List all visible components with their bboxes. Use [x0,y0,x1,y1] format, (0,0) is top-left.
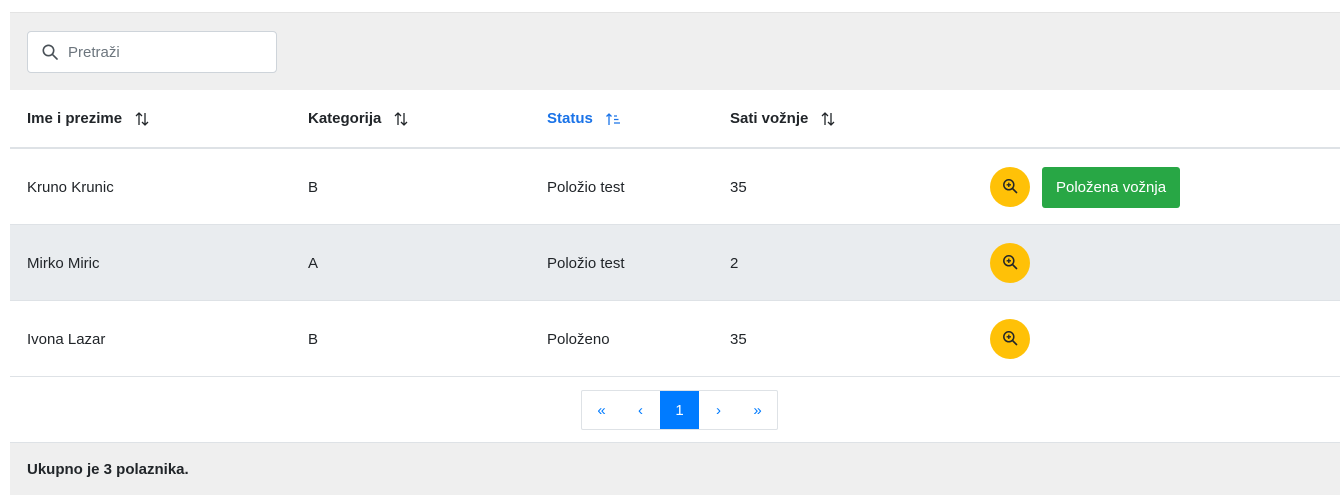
view-details-button[interactable] [990,319,1030,359]
column-header-label: Ime i prezime [27,110,123,127]
page-button-current[interactable]: 1 [660,391,699,429]
table-footer: Ukupno je 3 polaznika. [10,443,1340,495]
first-page-button[interactable]: « [582,391,621,429]
zoom-in-icon [1002,178,1018,197]
cell-category: A [308,254,319,272]
cell-hours: 2 [730,254,739,272]
table-header: Ime i prezime Kategorija Status Sati vož… [10,90,1340,149]
cell-actions: Položena vožnja [990,149,1181,225]
cell-status: Položeno [547,330,610,348]
passed-driving-button[interactable]: Položena vožnja [1042,166,1181,208]
table-toolbar [10,12,1340,90]
search-icon [41,43,59,61]
cell-status: Položio test [547,254,625,272]
cell-hours: 35 [730,330,747,348]
previous-page-button[interactable]: ‹ [621,391,660,429]
cell-actions [990,225,1030,301]
pagination-bar: « ‹ 1 › » [10,377,1340,443]
pagination: « ‹ 1 › » [581,390,778,430]
students-table: Ime i prezime Kategorija Status Sati vož… [10,90,1340,443]
sort-ascending-icon [605,111,621,127]
column-header-hours[interactable]: Sati vožnje [730,90,836,147]
view-details-button[interactable] [990,167,1030,207]
column-header-label: Kategorija [308,110,382,127]
cell-status: Položio test [547,178,625,196]
cell-hours: 35 [730,178,747,196]
next-page-button[interactable]: › [699,391,738,429]
sort-icon [134,111,150,127]
column-header-category[interactable]: Kategorija [308,90,409,147]
search-box[interactable] [27,31,277,73]
column-header-label: Sati vožnje [730,110,809,127]
table-row: Mirko Miric A Položio test 2 [10,225,1340,301]
column-header-label: Status [547,110,593,127]
cell-name: Kruno Krunic [27,178,114,196]
sort-icon [393,111,409,127]
column-header-status[interactable]: Status [547,90,621,147]
table-row: Ivona Lazar B Položeno 35 [10,301,1340,377]
zoom-in-icon [1002,254,1018,273]
students-table-panel: Ime i prezime Kategorija Status Sati vož… [10,12,1340,495]
zoom-in-icon [1002,330,1018,349]
column-header-name[interactable]: Ime i prezime [27,90,150,147]
cell-name: Ivona Lazar [27,330,106,348]
cell-category: B [308,330,319,348]
table-row: Kruno Krunic B Položio test 35 Položena … [10,149,1340,225]
last-page-button[interactable]: » [738,391,777,429]
view-details-button[interactable] [990,243,1030,283]
cell-category: B [308,178,319,196]
sort-icon [820,111,836,127]
cell-name: Mirko Miric [27,254,100,272]
search-input[interactable] [68,33,268,71]
cell-actions [990,301,1030,377]
total-summary: Ukupno je 3 polaznika. [27,460,189,478]
